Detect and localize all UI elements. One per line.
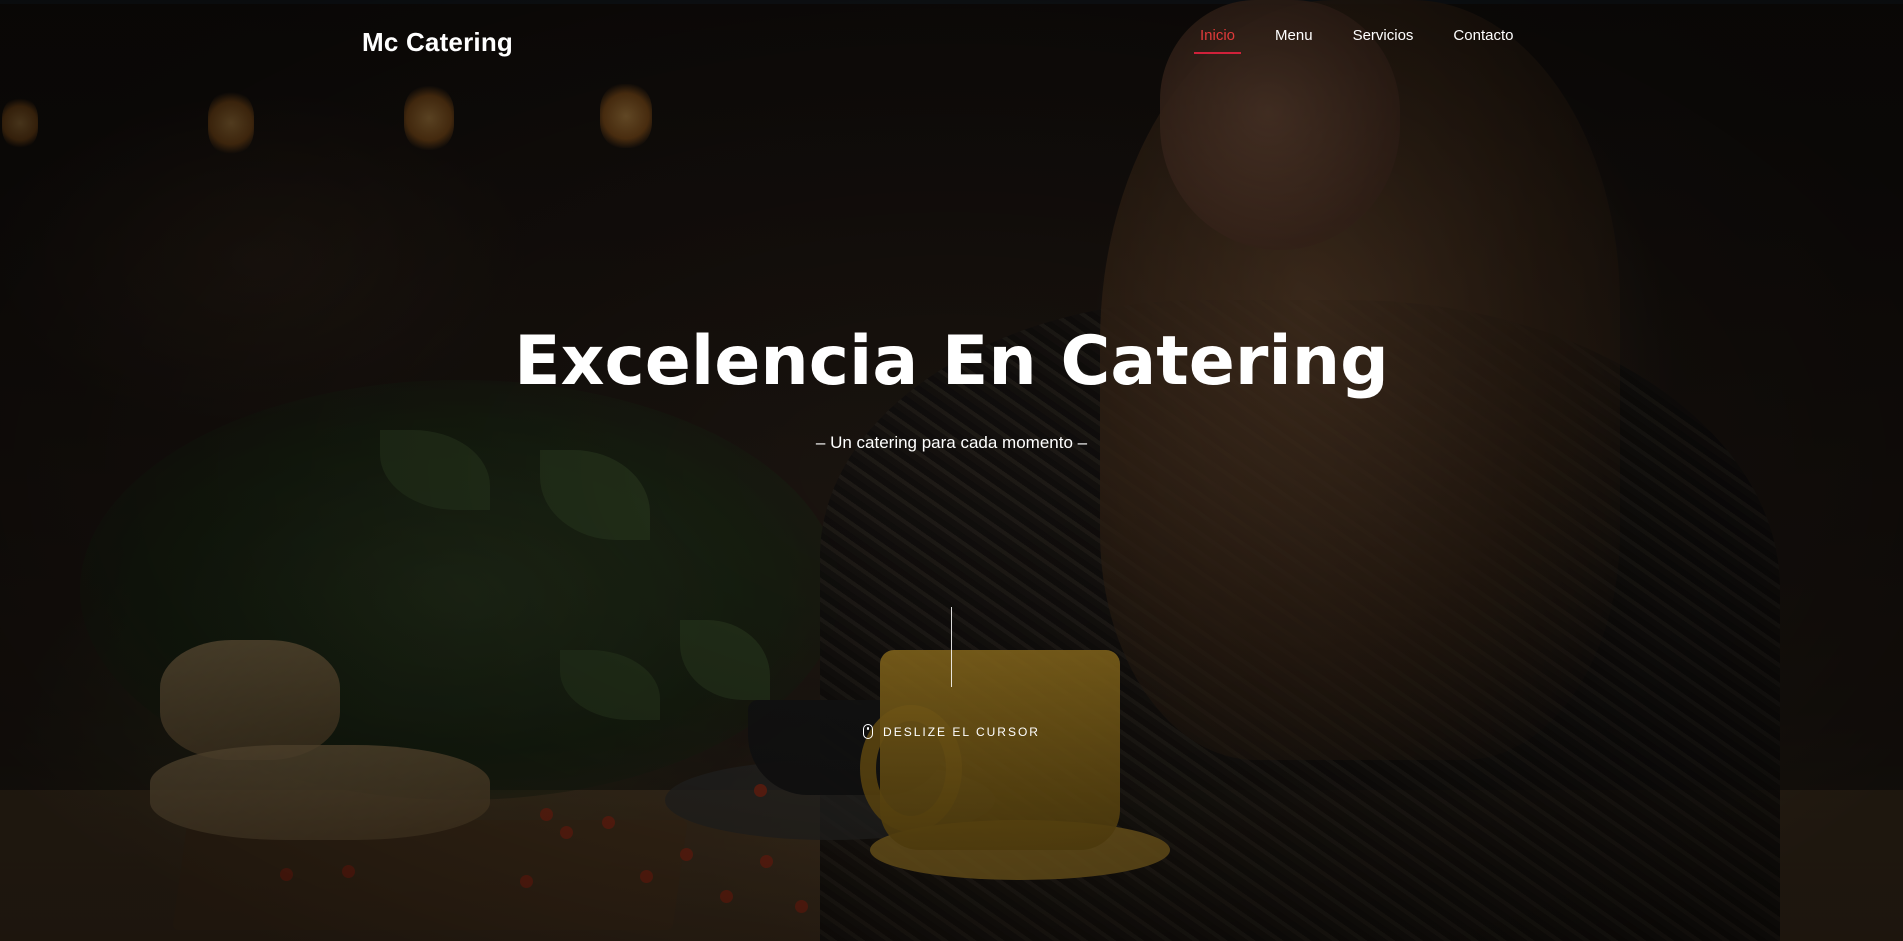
nav-item-inicio[interactable]: Inicio: [1193, 27, 1242, 54]
hero-section: Mc Catering Inicio Menu Servicios Contac…: [0, 0, 1903, 941]
vignette: [0, 0, 1903, 941]
hero-title: Excelencia En Catering: [514, 322, 1389, 401]
brand-logo[interactable]: Mc Catering: [362, 27, 513, 58]
scroll-down-link[interactable]: DESLIZE EL CURSOR: [0, 724, 1903, 739]
scroll-line: [951, 607, 952, 687]
nav-item-servicios[interactable]: Servicios: [1353, 27, 1414, 54]
mouse-icon: [863, 724, 874, 739]
nav-item-menu[interactable]: Menu: [1275, 27, 1313, 54]
main-nav: Inicio Menu Servicios Contacto: [1193, 27, 1513, 54]
scroll-hint-label: DESLIZE EL CURSOR: [883, 724, 1040, 739]
nav-item-contacto[interactable]: Contacto: [1453, 27, 1513, 54]
hero-subtitle: – Un catering para cada momento –: [815, 433, 1088, 452]
